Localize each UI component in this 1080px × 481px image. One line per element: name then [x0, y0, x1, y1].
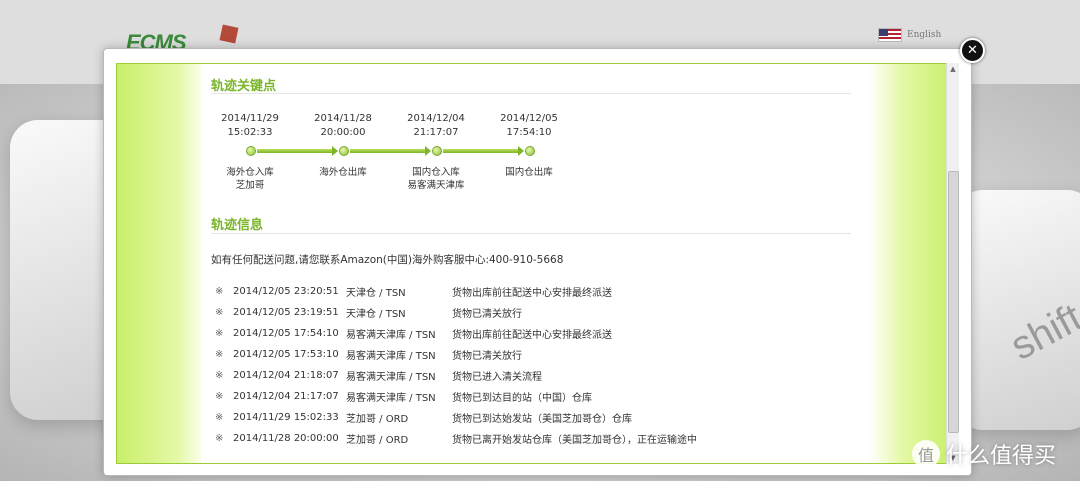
- tracking-row: ※ 2014/11/29 15:02:33 芝加哥 / ORD 货物已到达始发站…: [215, 410, 632, 425]
- close-button[interactable]: ✕: [960, 38, 985, 63]
- milestone-datetime: 2014/12/05 17:54:10: [484, 112, 574, 140]
- milestone-datetime: 2014/11/29 15:02:33: [205, 112, 295, 140]
- milestone-time: 21:17:07: [413, 127, 459, 138]
- section-divider: [211, 233, 851, 234]
- tracking-location: 易客满天津库 / TSN: [346, 392, 436, 404]
- milestone-datetime: 2014/12/04 21:17:07: [391, 112, 481, 140]
- tracking-row: ※ 2014/11/28 20:00:00 芝加哥 / ORD 货物已离开始发站…: [215, 431, 697, 446]
- bullet-icon: ※: [215, 348, 224, 360]
- tracking-time: 2014/12/04 21:17:07: [233, 390, 339, 402]
- tracking-row: ※ 2014/12/05 23:19:51 天津仓 / TSN 货物已清关放行: [215, 305, 522, 320]
- tracking-row: ※ 2014/12/05 17:54:10 易客满天津库 / TSN 货物出库前…: [215, 326, 612, 341]
- bullet-icon: ※: [215, 411, 224, 423]
- tracking-desc: 货物已清关放行: [452, 308, 522, 320]
- tracking-desc: 货物出库前往配送中心安排最终派送: [452, 287, 612, 299]
- tracking-desc: 货物已离开始发站仓库（美国芝加哥仓），正在运输途中: [452, 434, 697, 446]
- tracking-desc: 货物已进入清关流程: [452, 371, 542, 383]
- tracking-row: ※ 2014/12/05 17:53:10 易客满天津库 / TSN 货物已清关…: [215, 347, 522, 362]
- scroll-thumb[interactable]: [948, 171, 959, 433]
- tracking-desc: 货物已到达目的站（中国）仓库: [452, 392, 592, 404]
- bullet-icon: ※: [215, 306, 224, 318]
- milestone-date: 2014/12/04: [407, 113, 465, 124]
- tracking-time: 2014/12/05 23:19:51: [233, 306, 339, 318]
- milestone-label: 国内仓出库: [484, 166, 574, 179]
- tracking-location: 天津仓 / TSN: [346, 287, 406, 299]
- us-flag-icon: [878, 28, 902, 42]
- milestone-arrow: [257, 146, 338, 156]
- milestone-time: 17:54:10: [506, 127, 552, 138]
- tracking-desc: 货物已到达始发站（美国芝加哥仓）仓库: [452, 413, 632, 425]
- milestone-date: 2014/11/28: [314, 113, 372, 124]
- milestone-label: 海外仓入库 芝加哥: [205, 166, 295, 192]
- milestone-dot: [432, 146, 442, 156]
- tracking-time: 2014/12/05 17:53:10: [233, 348, 339, 360]
- tracking-time: 2014/11/29 15:02:33: [233, 411, 339, 423]
- tracking-title: 轨迹信息: [211, 218, 264, 233]
- tracking-location: 易客满天津库 / TSN: [346, 371, 436, 383]
- tracking-location: 芝加哥 / ORD: [346, 413, 409, 425]
- bullet-icon: ※: [215, 285, 224, 297]
- language-switch[interactable]: English: [878, 28, 941, 42]
- modal-scrollbar[interactable]: ▲ ▼: [946, 63, 959, 464]
- bullet-icon: ※: [215, 432, 224, 444]
- tracking-location: 易客满天津库 / TSN: [346, 350, 436, 362]
- milestone-place: 易客满天津库: [407, 180, 465, 191]
- close-icon: ✕: [967, 43, 978, 58]
- milestone-status: 海外仓出库: [319, 167, 367, 178]
- milestone-dot: [525, 146, 535, 156]
- milestone-datetime: 2014/11/28 20:00:00: [298, 112, 388, 140]
- milestone-place: 芝加哥: [235, 180, 265, 191]
- milestone-arrow: [443, 146, 524, 156]
- bullet-icon: ※: [215, 369, 224, 381]
- milestone-arrow: [350, 146, 431, 156]
- tracking-desc: 货物出库前往配送中心安排最终派送: [452, 329, 612, 341]
- tracking-time: 2014/12/05 23:20:51: [233, 285, 339, 297]
- tracking-location: 天津仓 / TSN: [346, 308, 406, 320]
- section-divider: [211, 93, 851, 94]
- tracking-desc: 货物已清关放行: [452, 350, 522, 362]
- tracking-time: 2014/12/05 17:54:10: [233, 327, 339, 339]
- milestones-title: 轨迹关键点: [211, 79, 277, 94]
- tracking-time: 2014/12/04 21:18:07: [233, 369, 339, 381]
- logo-box-icon: [219, 24, 239, 44]
- milestone-time: 20:00:00: [320, 127, 366, 138]
- bullet-icon: ※: [215, 390, 224, 402]
- tracking-row: ※ 2014/12/04 21:17:07 易客满天津库 / TSN 货物已到达…: [215, 389, 592, 404]
- tracking-location: 易客满天津库 / TSN: [346, 329, 436, 341]
- tracking-row: ※ 2014/12/05 23:20:51 天津仓 / TSN 货物出库前往配送…: [215, 284, 612, 299]
- scroll-up-icon[interactable]: ▲: [947, 63, 959, 75]
- milestone-time: 15:02:33: [227, 127, 273, 138]
- milestone-status: 国内仓出库: [505, 167, 553, 178]
- milestone-status: 海外仓入库: [226, 167, 274, 178]
- value-icon: 值: [912, 440, 940, 468]
- milestone-status: 国内仓入库: [412, 167, 460, 178]
- milestone-label: 海外仓出库: [298, 166, 388, 179]
- tracking-row: ※ 2014/12/04 21:18:07 易客满天津库 / TSN 货物已进入…: [215, 368, 542, 383]
- contact-info: 如有任何配送问题,请您联系Amazon(中国)海外购客服中心:400-910-5…: [211, 254, 564, 266]
- tracking-time: 2014/11/28 20:00:00: [233, 432, 339, 444]
- language-label: English: [907, 30, 942, 40]
- tracking-location: 芝加哥 / ORD: [346, 434, 409, 446]
- bullet-icon: ※: [215, 327, 224, 339]
- milestone-date: 2014/12/05: [500, 113, 558, 124]
- milestone-date: 2014/11/29: [221, 113, 279, 124]
- watermark: 值 什么值得买: [912, 438, 1056, 470]
- milestone-dot: [339, 146, 349, 156]
- milestone-label: 国内仓入库 易客满天津库: [391, 166, 481, 192]
- milestone-dot: [246, 146, 256, 156]
- watermark-text: 什么值得买: [946, 444, 1057, 469]
